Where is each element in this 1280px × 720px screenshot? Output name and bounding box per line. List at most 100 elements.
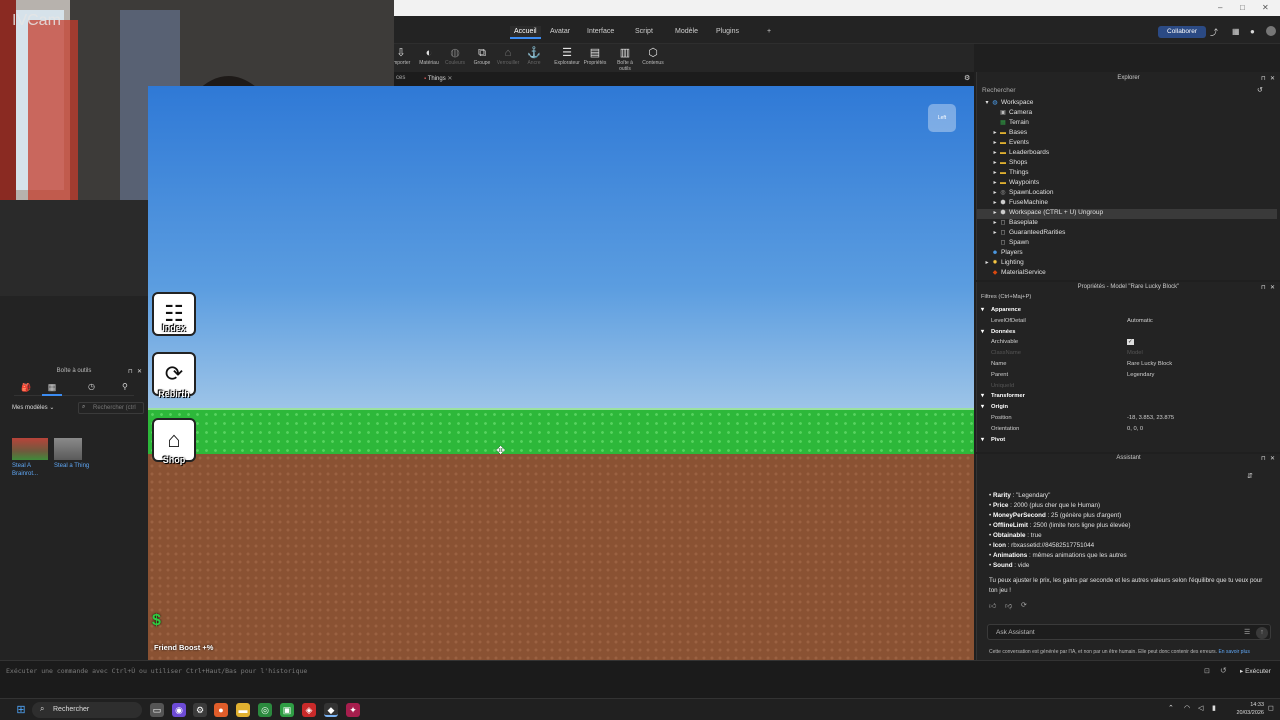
wifi-icon[interactable]: ◠ xyxy=(1184,704,1190,712)
avatar[interactable] xyxy=(1266,26,1276,36)
maximize-button[interactable]: □ xyxy=(1240,3,1245,12)
notifications-icon[interactable]: ◻ xyxy=(1268,704,1274,712)
run-button[interactable]: ▸ Exécuter xyxy=(1240,667,1271,675)
toolbox-item[interactable]: Steal a Thing xyxy=(54,438,90,482)
lock-button[interactable]: ⌂ Verrouiller xyxy=(495,46,521,66)
chevron-right-icon[interactable]: ▸ xyxy=(983,259,991,266)
explorer-item[interactable]: ▣ Camera xyxy=(977,109,1277,119)
property-value[interactable]: 0, 0, 0 xyxy=(1127,426,1143,432)
battery-icon[interactable]: ▮ xyxy=(1212,704,1216,712)
volume-icon[interactable]: ◁ xyxy=(1198,704,1203,712)
3d-viewport[interactable]: Left ☷ Index ⟳ Rebirth ⌂ Shop $ Friend B… xyxy=(148,86,974,660)
explorer-item[interactable]: ▾ ◍ Workspace xyxy=(977,99,1277,109)
app-icon[interactable]: ✦ xyxy=(346,703,360,717)
chrome-icon[interactable]: ◎ xyxy=(258,703,272,717)
color-button[interactable]: ◍ Couleurs xyxy=(442,46,468,66)
property-section[interactable]: ▾ Transformer xyxy=(977,393,1267,403)
sort-icon[interactable]: ⇵ xyxy=(1247,472,1253,480)
property-row[interactable]: Archivable ✓ xyxy=(977,339,1267,349)
explorer-item[interactable]: ▸ ▬ Leaderboards xyxy=(977,149,1277,159)
explorer-item[interactable]: ◻ Spawn xyxy=(977,239,1277,249)
thumbs-down-icon[interactable]: 👎︎ xyxy=(1005,601,1012,610)
pin-icon[interactable]: ⊓ xyxy=(128,368,133,375)
collaborate-button[interactable]: Collaborer xyxy=(1158,26,1206,38)
send-icon[interactable]: ↑ xyxy=(1256,627,1268,639)
tab-accueil[interactable]: Accueil xyxy=(510,26,541,39)
share-icon[interactable]: ⤴ xyxy=(1210,27,1218,38)
toolbox-button[interactable]: ▥ Boîte à outils xyxy=(612,46,638,72)
assistant-input[interactable]: Ask Assistant ☰ ↑ xyxy=(987,624,1271,640)
chevron-right-icon[interactable]: ▸ xyxy=(991,129,999,136)
property-value[interactable]: Legendary xyxy=(1127,372,1154,378)
close-window-button[interactable]: ✕ xyxy=(1262,3,1269,12)
properties-filter-input[interactable]: Filtres (Ctrl+Maj+P) xyxy=(981,294,1031,300)
property-row[interactable]: Name Rare Lucky Block xyxy=(977,361,1267,371)
chevron-right-icon[interactable]: ▸ xyxy=(991,159,999,166)
firefox-icon[interactable]: ● xyxy=(214,703,228,717)
corner-button[interactable]: Left xyxy=(928,104,956,132)
tab-script[interactable]: Script xyxy=(631,26,657,37)
chevron-right-icon[interactable]: ▸ xyxy=(991,219,999,226)
explorer-item[interactable]: ▸ ◻ Baseplate xyxy=(977,219,1277,229)
anchor-button[interactable]: ⚓ Ancre xyxy=(521,46,547,66)
regenerate-icon[interactable]: ⟳ xyxy=(1021,601,1027,609)
thumbs-up-icon[interactable]: 👍︎ xyxy=(989,601,996,610)
toolbox-item[interactable]: Steal A Brainrot... xyxy=(12,438,48,482)
property-row[interactable]: ClassName Model xyxy=(977,350,1267,360)
property-value[interactable]: Rare Lucky Block xyxy=(1127,361,1172,367)
explorer-item[interactable]: ▸ ⬢ Workspace (CTRL + U) Ungroup xyxy=(977,209,1277,219)
notification-icon[interactable]: ● xyxy=(1250,27,1255,36)
app-icon[interactable]: ◈ xyxy=(302,703,316,717)
windows-start-icon[interactable]: ⊞ xyxy=(14,703,28,717)
property-value[interactable]: Model xyxy=(1127,350,1143,356)
explorer-item[interactable]: ◆ MaterialService xyxy=(977,269,1277,279)
app-icon[interactable]: ▣ xyxy=(280,703,294,717)
file-explorer-icon[interactable]: ▬ xyxy=(236,703,250,717)
close-icon[interactable]: ✕ xyxy=(1270,75,1275,82)
explorer-item[interactable]: ▸ ▬ Events xyxy=(977,139,1277,149)
minimize-button[interactable]: – xyxy=(1218,3,1222,12)
property-value[interactable]: -18, 3.853, 23.875 xyxy=(1127,415,1174,421)
explorer-item[interactable]: ▦ Terrain xyxy=(977,119,1277,129)
explorer-search-input[interactable]: Rechercher xyxy=(982,87,1016,94)
chevron-right-icon[interactable]: ▸ xyxy=(991,199,999,206)
settings-icon[interactable]: ☰ xyxy=(1244,628,1250,636)
history-icon[interactable]: ↺ xyxy=(1257,86,1263,94)
tab-avatar[interactable]: Avatar xyxy=(546,26,574,37)
group-button[interactable]: ⧉ Groupe xyxy=(469,46,495,66)
close-icon[interactable]: ✕ xyxy=(1270,284,1275,291)
grid-icon[interactable]: ▦ xyxy=(1232,27,1240,36)
content-button[interactable]: ⬡ Contenus xyxy=(640,46,666,66)
explorer-item[interactable]: ▸ ◎ SpawnLocation xyxy=(977,189,1277,199)
close-icon[interactable]: ✕ xyxy=(137,368,142,375)
close-icon[interactable]: ✕ xyxy=(1270,455,1275,462)
chevron-right-icon[interactable]: ▸ xyxy=(991,169,999,176)
property-section[interactable]: ▾ Apparence xyxy=(977,307,1267,317)
explorer-item[interactable]: ▸ ▬ Waypoints xyxy=(977,179,1277,189)
property-row[interactable]: Orientation 0, 0, 0 xyxy=(977,426,1267,436)
explorer-item[interactable]: ▸ ◻ GuaranteedRarities xyxy=(977,229,1277,239)
property-row[interactable]: UniqueId xyxy=(977,383,1267,393)
bookmark-icon[interactable]: ⊡ xyxy=(1204,667,1210,675)
doc-tab-partial[interactable]: ces xyxy=(396,75,405,81)
task-view-icon[interactable]: ▭ xyxy=(150,703,164,717)
add-tab-button[interactable]: + xyxy=(763,26,775,37)
properties-button[interactable]: ▤ Propriétés xyxy=(582,46,608,66)
viewport-settings-icon[interactable]: ⚙ xyxy=(964,74,970,82)
property-value[interactable]: Automatic xyxy=(1127,318,1153,324)
command-input[interactable]: Exécuter une commande avec Ctrl+Ù ou uti… xyxy=(6,667,307,675)
explorer-item[interactable]: ▸ ⬢ FuseMachine xyxy=(977,199,1277,209)
chevron-right-icon[interactable]: ▸ xyxy=(991,149,999,156)
taskbar-search[interactable]: ⌕ Rechercher xyxy=(32,702,142,718)
chevron-right-icon[interactable]: ▸ xyxy=(991,229,999,236)
chevron-right-icon[interactable]: ▸ xyxy=(991,189,999,196)
explorer-item[interactable]: ▸ ▬ Things xyxy=(977,169,1277,179)
doc-tab-things[interactable]: ▪ Things ✕ xyxy=(424,75,452,82)
material-button[interactable]: ◐ Matériau xyxy=(416,46,442,66)
marketplace-icon[interactable]: ▦ xyxy=(42,380,62,396)
learn-more-link[interactable]: En savoir plus xyxy=(1218,649,1249,655)
category-dropdown[interactable]: Mes modèles ⌄ xyxy=(12,404,72,414)
explorer-item[interactable]: ☻ Players xyxy=(977,249,1277,259)
explorer-item[interactable]: ▸ ▬ Shops xyxy=(977,159,1277,169)
toolbox-search-input[interactable]: ⌕ Rechercher (ctrl xyxy=(78,402,144,414)
